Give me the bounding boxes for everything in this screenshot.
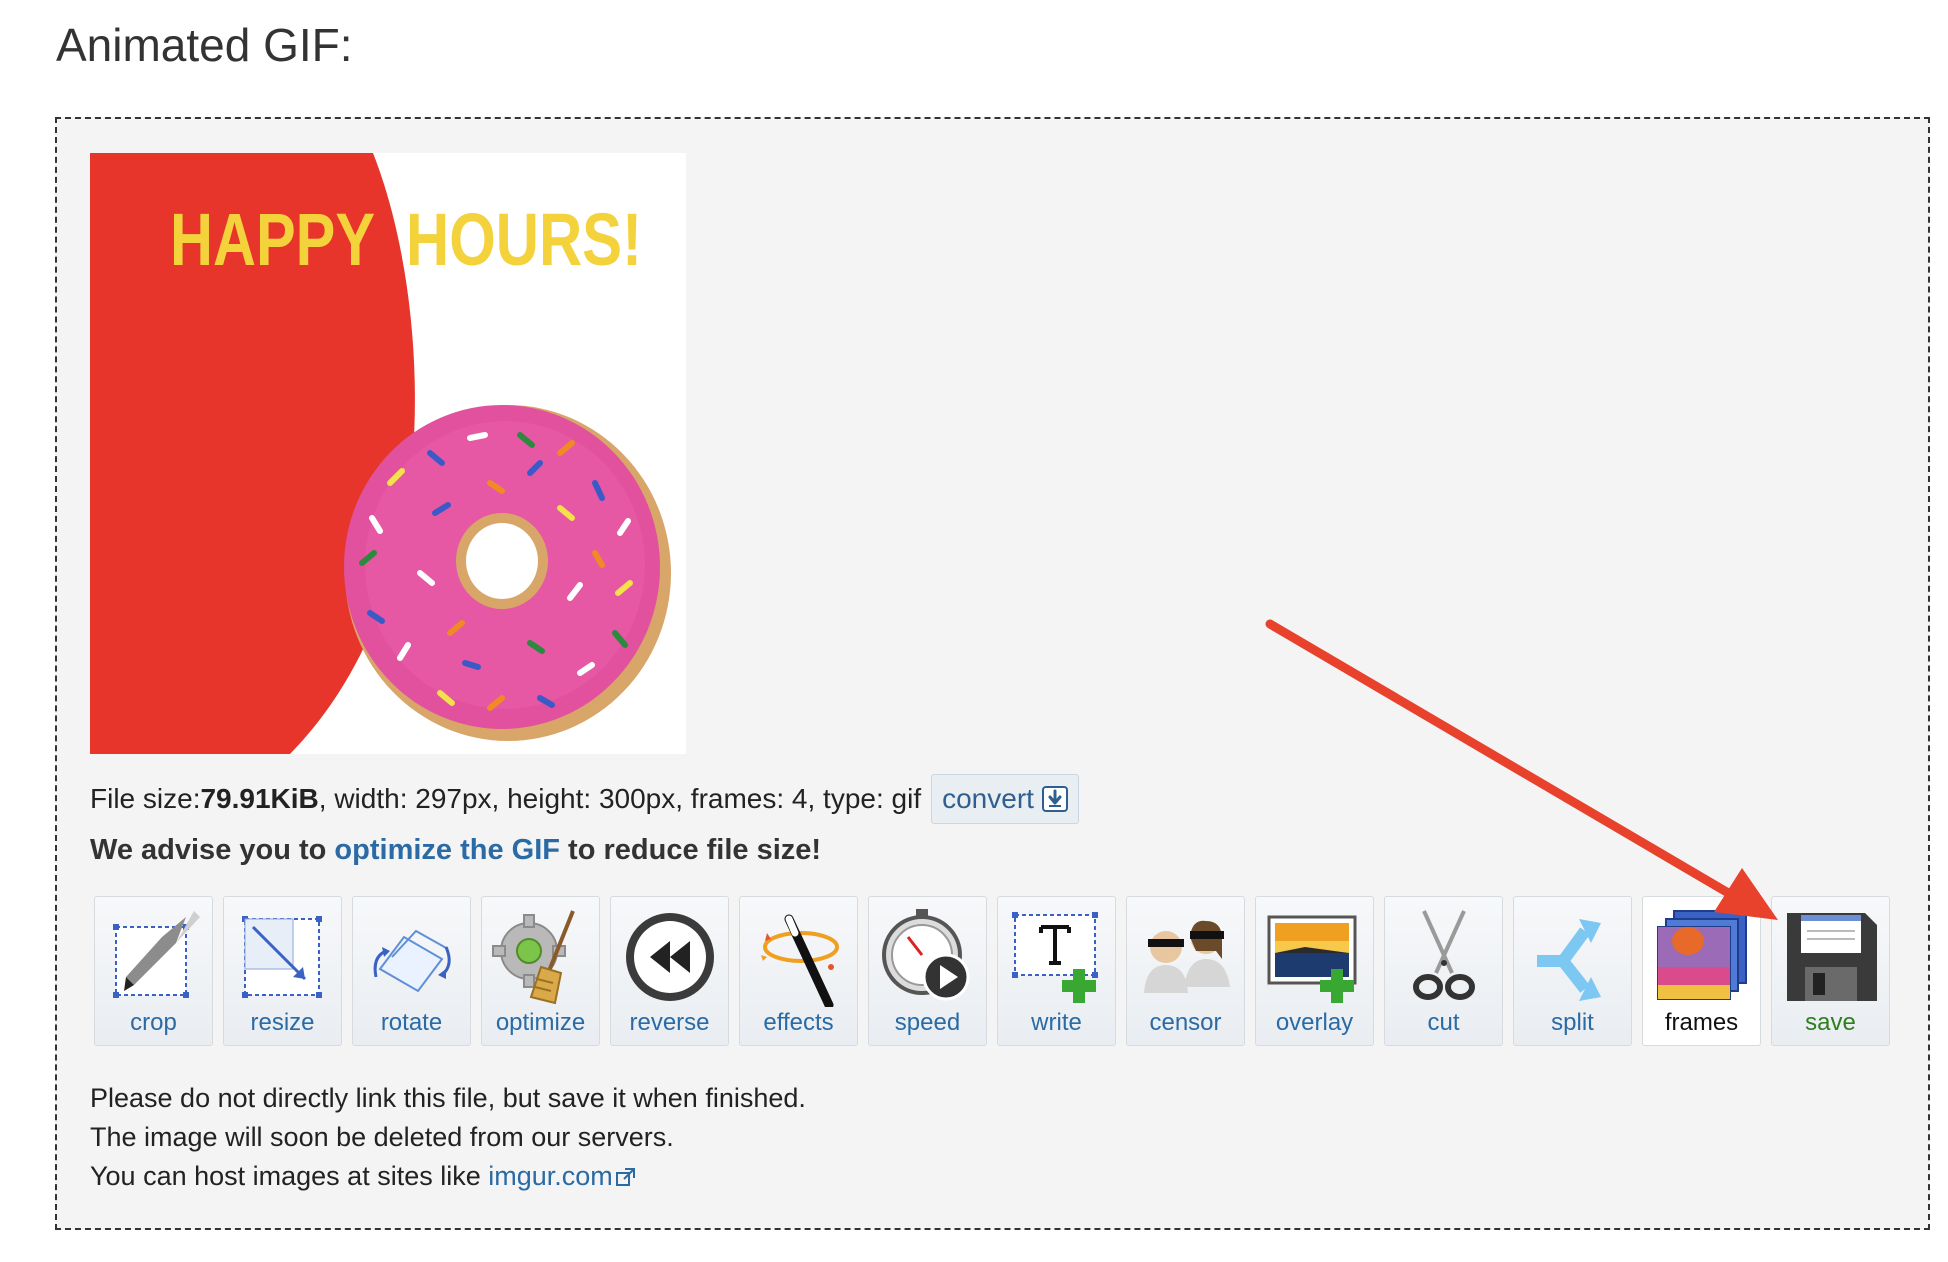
write-label: write [1031, 1009, 1082, 1036]
censor-label: censor [1149, 1009, 1222, 1036]
gif-result-panel: HAPPY HOURS! File size: 79.91KiB , width… [55, 117, 1930, 1230]
file-size-value: 79.91KiB [200, 783, 319, 814]
gif-preview-image: HAPPY HOURS! [90, 153, 686, 754]
file-details: , width: 297px, height: 300px, frames: 4… [318, 783, 922, 814]
save-tool-button[interactable]: save [1771, 896, 1890, 1046]
note-line-3-prefix: You can host images at sites like [90, 1161, 489, 1191]
crop-tool-button[interactable]: crop [94, 896, 213, 1046]
advice-text-before: We advise you to [90, 834, 335, 866]
reverse-tool-button[interactable]: reverse [610, 896, 729, 1046]
advice-text-after: to reduce file size! [559, 834, 822, 866]
file-size-prefix: File size: [90, 783, 201, 814]
split-tool-button[interactable]: split [1513, 896, 1632, 1046]
note-line-2: The image will soon be deleted from our … [90, 1122, 674, 1152]
split-arrow-icon [1523, 907, 1623, 1007]
effects-tool-button[interactable]: effects [739, 896, 858, 1046]
resize-tool-button[interactable]: resize [223, 896, 342, 1046]
external-link-icon [615, 1160, 637, 1186]
floppy-disk-icon [1781, 907, 1881, 1007]
magic-wand-icon [749, 907, 849, 1007]
write-tool-button[interactable]: write [997, 896, 1116, 1046]
tool-bar: crop resize rotate optimize reverse effe… [94, 896, 1890, 1046]
rotate-tool-button[interactable]: rotate [352, 896, 471, 1046]
stopwatch-icon [878, 907, 978, 1007]
reverse-label: reverse [629, 1009, 710, 1036]
rotate-label: rotate [380, 1009, 443, 1036]
split-label: split [1551, 1009, 1594, 1036]
note-line-3: You can host images at sites like imgur.… [90, 1157, 806, 1196]
scissors-icon [1394, 907, 1494, 1007]
image-overlay-icon [1265, 907, 1365, 1007]
rotate-icon [362, 907, 462, 1007]
rewind-icon [620, 907, 720, 1007]
text-icon [1007, 907, 1107, 1007]
optimize-label: optimize [495, 1009, 586, 1036]
save-label: save [1805, 1009, 1856, 1036]
cut-tool-button[interactable]: cut [1384, 896, 1503, 1046]
optimize-tool-button[interactable]: optimize [481, 896, 600, 1046]
overlay-tool-button[interactable]: overlay [1255, 896, 1374, 1046]
resize-icon [233, 907, 333, 1007]
speed-tool-button[interactable]: speed [868, 896, 987, 1046]
hosting-notes: Please do not directly link this file, b… [90, 1079, 806, 1196]
effects-label: effects [763, 1009, 834, 1036]
crop-label: crop [130, 1009, 177, 1036]
optimize-gif-link[interactable]: optimize the GIF [334, 834, 560, 866]
censor-tool-button[interactable]: censor [1126, 896, 1245, 1046]
file-info-line: File size: 79.91KiB , width: 297px, heig… [90, 774, 1079, 824]
resize-label: resize [250, 1009, 315, 1036]
convert-button[interactable]: convert [931, 774, 1079, 824]
frames-label: frames [1664, 1009, 1739, 1036]
hours-text: HOURS! [406, 198, 642, 281]
gear-broom-icon [491, 907, 591, 1007]
happy-text: HAPPY [170, 198, 375, 281]
frames-tool-button[interactable]: frames [1642, 896, 1761, 1046]
note-line-1: Please do not directly link this file, b… [90, 1083, 806, 1113]
donut-illustration [344, 405, 671, 741]
overlay-label: overlay [1275, 1009, 1354, 1036]
censor-people-icon [1136, 907, 1236, 1007]
frames-stack-icon [1652, 907, 1752, 1007]
speed-label: speed [894, 1009, 961, 1036]
convert-label: convert [942, 783, 1034, 814]
optimize-advice: We advise you to optimize the GIF to red… [90, 834, 821, 867]
download-arrow-icon [1041, 786, 1068, 812]
crop-icon [104, 907, 204, 1007]
page-title: Animated GIF: [56, 19, 353, 71]
cut-label: cut [1427, 1009, 1460, 1036]
imgur-link[interactable]: imgur.com [488, 1161, 613, 1191]
